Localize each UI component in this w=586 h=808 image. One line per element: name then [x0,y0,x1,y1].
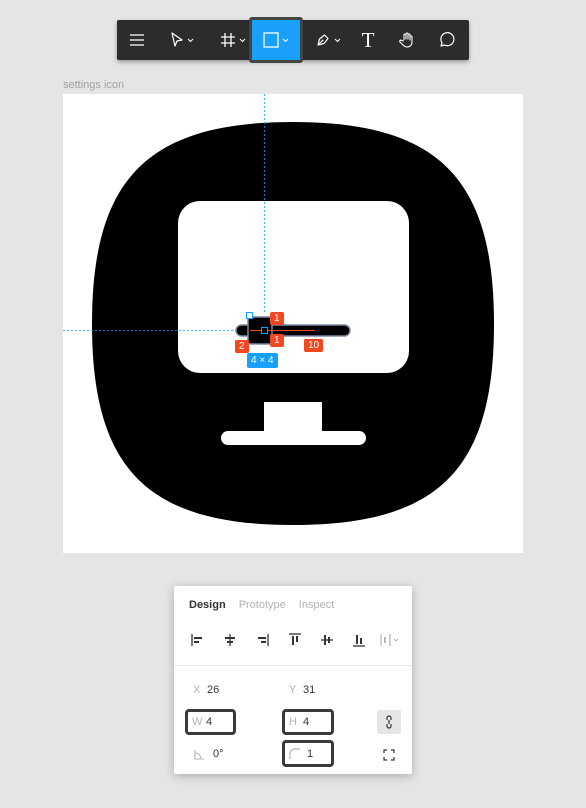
tab-prototype[interactable]: Prototype [239,599,286,611]
x-field[interactable]: X 26 [193,678,263,702]
design-panel: Design Prototype Inspect X 26 Y 31 W 4 H… [174,586,412,774]
rotation-field[interactable]: 0° [193,742,263,766]
move-arrow-icon [171,32,183,47]
chevron-down-icon [282,38,289,42]
tab-design[interactable]: Design [189,599,226,611]
text-icon: T [361,27,375,52]
distribute-icon[interactable] [379,632,401,648]
h-value: 4 [303,716,310,728]
measure-badge-right: 10 [304,339,324,352]
comment-icon [440,32,455,47]
chevron-down-icon [187,38,194,42]
rectangle-tool-button[interactable] [249,17,303,63]
settings-icon-artwork [63,94,494,525]
measure-badge-left: 2 [235,340,249,353]
independent-corners-button[interactable] [383,748,395,761]
align-vertical-center-icon[interactable] [319,632,335,648]
frame-hash-icon [221,33,235,47]
selection-handle [246,312,253,319]
constrain-proportions-button[interactable] [377,710,401,734]
hand-tool-button[interactable] [392,20,424,60]
text-tool-button[interactable]: T [353,20,383,60]
width-field[interactable]: W 4 [185,709,236,735]
corner-radius-field[interactable]: 1 [282,740,334,767]
w-label: W [192,716,203,728]
y-field[interactable]: Y 31 [289,678,359,702]
x-label: X [193,684,201,696]
monitor-screen [178,201,409,373]
selection-size-badge: 4 × 4 [247,353,278,368]
hand-icon [399,32,413,48]
x-value: 26 [207,684,220,696]
align-top-icon[interactable] [287,632,303,648]
pen-tool-button[interactable] [307,20,349,60]
tab-inspect[interactable]: Inspect [299,599,334,611]
hamburger-menu-icon[interactable] [121,20,153,60]
y-label: Y [289,684,297,696]
w-value: 4 [206,716,213,728]
alignment-toolbar [190,632,400,648]
measure-badge-top: 1 [270,312,284,325]
monitor-stand-base [221,431,366,445]
measure-badge-bottom: 1 [270,334,284,347]
rotation-value: 0° [213,748,224,760]
rectangle-icon [263,32,279,48]
comment-tool-button[interactable] [431,20,463,60]
panel-divider [174,665,412,666]
align-left-icon[interactable] [190,632,206,648]
chevron-down-icon [334,38,341,42]
link-icon [386,715,392,729]
canvas-frame[interactable]: 1 1 2 10 4 × 4 [63,94,523,553]
chevron-down-icon [239,38,246,42]
rotation-icon [194,750,204,760]
move-tool-button[interactable] [161,20,203,60]
corners-expand-icon [383,749,395,761]
monitor-stand-neck [264,402,322,432]
align-bottom-icon[interactable] [351,632,367,648]
toolbar: T [117,17,469,63]
pen-icon [317,34,329,46]
height-field[interactable]: H 4 [282,709,334,735]
align-horizontal-center-icon[interactable] [222,632,238,648]
y-value: 31 [303,684,316,696]
h-label: H [289,716,297,728]
radius-value: 1 [307,747,314,760]
corner-radius-icon [289,747,300,759]
panel-tabs: Design Prototype Inspect [189,599,334,611]
frame-tool-button[interactable] [212,20,254,60]
frame-label[interactable]: settings icon [63,79,124,91]
align-right-icon[interactable] [254,632,270,648]
